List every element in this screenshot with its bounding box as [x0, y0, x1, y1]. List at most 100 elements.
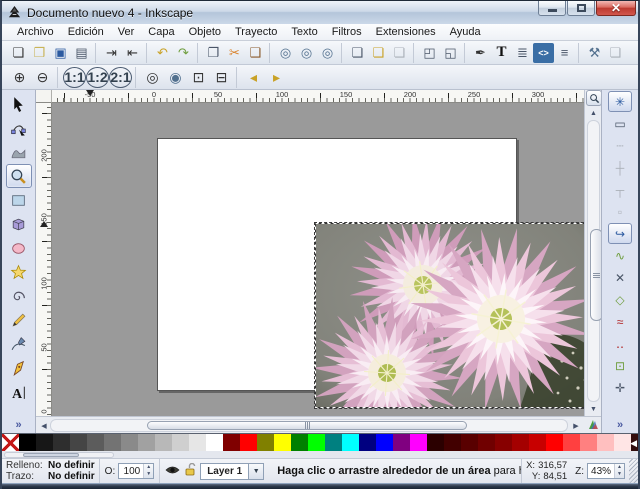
snap-rotation-centers-button[interactable]: ✛	[608, 377, 632, 398]
zoom-previous-button[interactable]: ◂	[242, 67, 265, 88]
menu-item[interactable]: Edición	[61, 25, 111, 39]
scroll-left-arrow[interactable]: ◀	[38, 419, 50, 432]
title-bar[interactable]: Documento nuevo 4 - Inkscape ✕	[2, 1, 638, 24]
snap-bbox-edges-button[interactable]: ┄	[608, 135, 632, 156]
palette-scrollbar[interactable]	[2, 451, 638, 458]
zoom-to-drawing-button[interactable]: ◎	[296, 43, 317, 63]
palette-swatch[interactable]	[308, 434, 325, 451]
menu-item[interactable]: Extensiones	[369, 25, 443, 39]
layer-selector[interactable]: Layer 1 ▼	[200, 463, 264, 480]
palette-swatch[interactable]	[342, 434, 359, 451]
opacity-spinbox[interactable]: 100 ▲▼	[118, 463, 154, 479]
toolbox-overflow-button[interactable]: »	[2, 416, 36, 433]
copy-button[interactable]: ❐	[203, 43, 224, 63]
clone-button[interactable]: ❏	[368, 43, 389, 63]
scroll-right-arrow[interactable]: ▶	[570, 419, 582, 432]
zoom-next-button[interactable]: ▸	[265, 67, 288, 88]
palette-swatch[interactable]	[138, 434, 155, 451]
menu-item[interactable]: Ver	[111, 25, 142, 39]
palette-swatch[interactable]	[546, 434, 563, 451]
palette-swatch[interactable]	[597, 434, 614, 451]
menu-item[interactable]: Texto	[284, 25, 324, 39]
snap-bbox-corners-button[interactable]: ┼	[608, 157, 632, 178]
sticky-zoom-button[interactable]	[586, 90, 602, 106]
palette-swatch[interactable]	[444, 434, 461, 451]
group-button[interactable]: ◰	[419, 43, 440, 63]
align-dialog-button[interactable]: ≡	[554, 43, 575, 63]
zoom-to-page-button[interactable]: ◎	[317, 43, 338, 63]
palette-swatch[interactable]	[53, 434, 70, 451]
palette-swatch[interactable]	[206, 434, 223, 451]
tool-bezier-pen[interactable]	[6, 332, 32, 356]
tool-selector[interactable]	[6, 92, 32, 116]
palette-swatch[interactable]	[189, 434, 206, 451]
import-button[interactable]: ⇥	[101, 43, 122, 63]
opacity-up-arrow[interactable]: ▲	[144, 464, 153, 471]
save-button[interactable]: ▣	[50, 43, 71, 63]
zoom-page-button[interactable]: ⊡	[187, 67, 210, 88]
export-button[interactable]: ⇤	[122, 43, 143, 63]
palette-swatch[interactable]	[223, 434, 240, 451]
horizontal-scroll-thumb[interactable]	[147, 421, 467, 430]
snap-path-intersections-button[interactable]: ✕	[608, 267, 632, 288]
palette-swatch[interactable]	[393, 434, 410, 451]
palette-swatch[interactable]	[529, 434, 546, 451]
snap-cusp-nodes-button[interactable]: ◇	[608, 289, 632, 310]
menu-item[interactable]: Ayuda	[443, 25, 488, 39]
zoom-up-arrow[interactable]: ▲	[615, 464, 624, 471]
layer-lock-icon[interactable]	[184, 463, 196, 479]
tool-star[interactable]	[6, 260, 32, 284]
zoom-out-button[interactable]: ⊖	[31, 67, 54, 88]
layer-visibility-icon[interactable]	[165, 464, 180, 479]
palette-swatch[interactable]	[376, 434, 393, 451]
tool-calligraphy[interactable]	[6, 356, 32, 380]
palette-swatch[interactable]	[495, 434, 512, 451]
zoom-down-arrow[interactable]: ▼	[615, 471, 624, 478]
palette-swatch[interactable]	[87, 434, 104, 451]
palette-swatch[interactable]	[19, 434, 36, 451]
palette-swatch[interactable]	[257, 434, 274, 451]
zoom-to-selection-button[interactable]: ◎	[275, 43, 296, 63]
menu-item[interactable]: Filtros	[325, 25, 369, 39]
menu-item[interactable]: Capa	[141, 25, 181, 39]
zoom-selection-button[interactable]: ◎	[141, 67, 164, 88]
palette-scroll-thumb[interactable]	[23, 453, 79, 457]
palette-swatch[interactable]	[614, 434, 631, 451]
unlink-clone-button[interactable]: ❏	[389, 43, 410, 63]
tool-pencil[interactable]	[6, 308, 32, 332]
palette-swatch[interactable]	[359, 434, 376, 451]
layer-dropdown-arrow[interactable]: ▼	[248, 464, 263, 479]
palette-swatch[interactable]	[291, 434, 308, 451]
tool-tweak[interactable]	[6, 140, 32, 164]
snap-smooth-nodes-button[interactable]: ≈	[608, 311, 632, 332]
tool-zoom[interactable]	[6, 164, 32, 188]
zoom-1-2-button[interactable]: 1:2	[86, 67, 109, 88]
canvas[interactable]	[52, 103, 584, 416]
close-button[interactable]: ✕	[596, 1, 636, 16]
palette-swatch[interactable]	[172, 434, 189, 451]
palette-swatch[interactable]	[325, 434, 342, 451]
zoom-1-1-button[interactable]: 1:1	[63, 67, 86, 88]
snap-nodes-button[interactable]: ↪	[608, 223, 632, 244]
duplicate-button[interactable]: ❏	[347, 43, 368, 63]
snap-bbox-button[interactable]: ▭	[608, 113, 632, 134]
palette-swatch[interactable]	[461, 434, 478, 451]
snap-paths-button[interactable]: ∿	[608, 245, 632, 266]
palette-swatch[interactable]	[512, 434, 529, 451]
zoom-drawing-button[interactable]: ◉	[164, 67, 187, 88]
document-properties-button[interactable]: ❏	[605, 43, 626, 63]
tool-rectangle[interactable]	[6, 188, 32, 212]
horizontal-ruler[interactable]: -100-50050100150200250300350	[52, 90, 584, 103]
color-management-button[interactable]	[584, 416, 601, 433]
new-document-button[interactable]: ❏	[8, 43, 29, 63]
tool-spiral[interactable]	[6, 284, 32, 308]
palette-swatch[interactable]	[121, 434, 138, 451]
palette-swatch[interactable]	[563, 434, 580, 451]
palette-swatch[interactable]	[410, 434, 427, 451]
snap-bbox-edge-midpoints-button[interactable]: ┬	[608, 179, 632, 200]
palette-swatch[interactable]	[427, 434, 444, 451]
redo-button[interactable]: ↷	[173, 43, 194, 63]
maximize-button[interactable]	[567, 1, 595, 16]
minimize-button[interactable]	[538, 1, 566, 16]
tool-3d-box[interactable]	[6, 212, 32, 236]
